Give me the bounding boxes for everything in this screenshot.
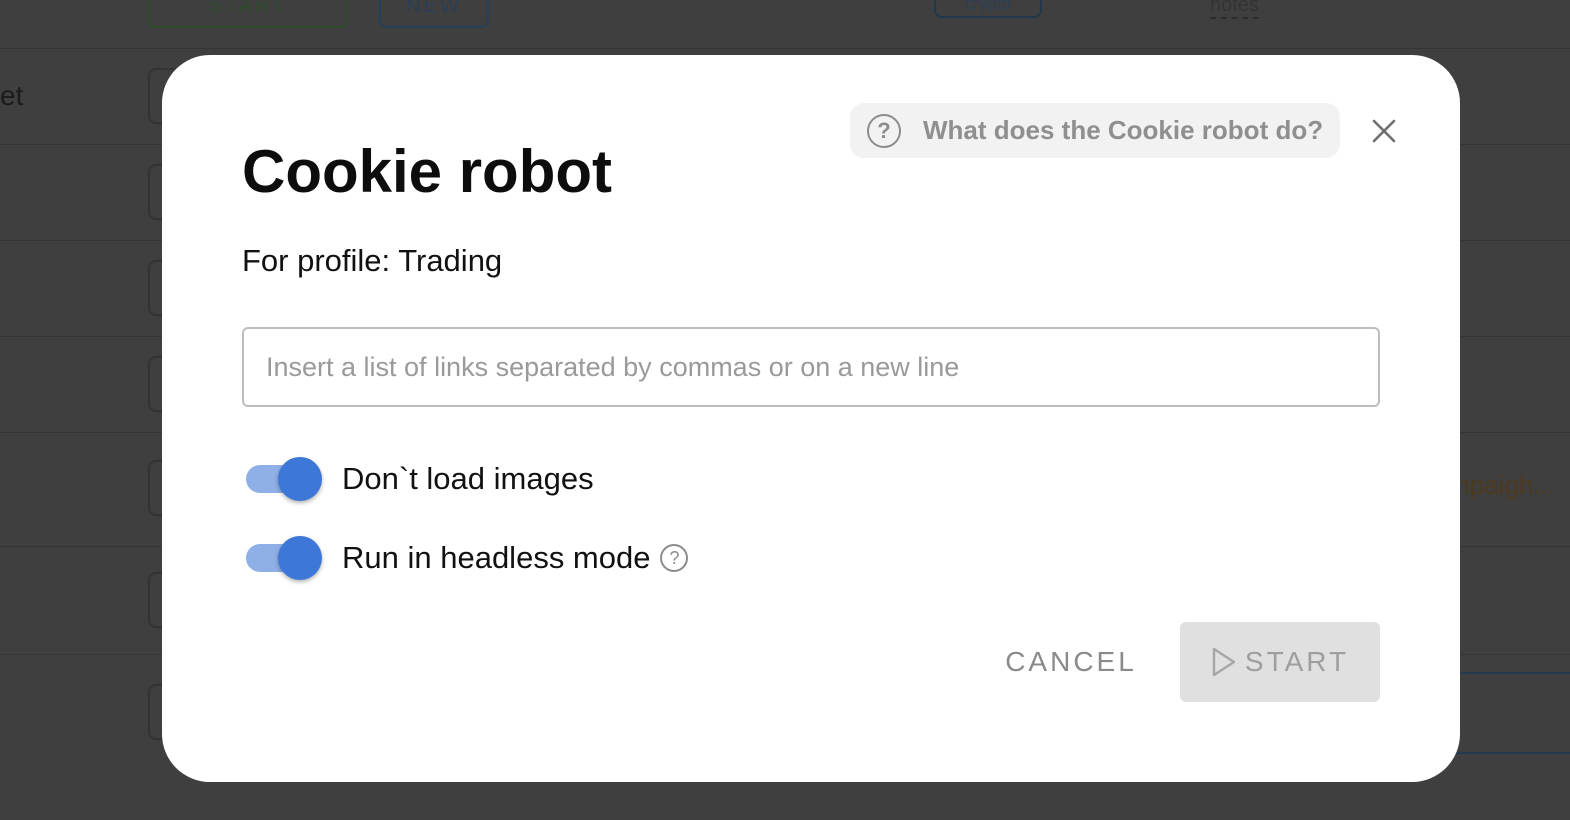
question-circle-icon[interactable]: ? bbox=[660, 544, 689, 572]
dont-load-images-toggle[interactable] bbox=[242, 454, 322, 504]
links-input[interactable] bbox=[242, 327, 1380, 407]
start-button[interactable]: START bbox=[1180, 622, 1380, 702]
play-icon bbox=[1212, 647, 1236, 677]
start-label: START bbox=[1244, 646, 1350, 677]
bg-notes-link: notes bbox=[1210, 0, 1259, 19]
profile-label: For profile: Trading bbox=[242, 243, 503, 278]
option-dont-load-images: Don`t load images bbox=[242, 454, 594, 504]
help-text: What does the Cookie robot do? bbox=[923, 115, 1324, 145]
cookie-robot-dialog: ? What does the Cookie robot do? Cookie … bbox=[162, 55, 1460, 782]
toggle-knob bbox=[278, 457, 322, 501]
dialog-title: Cookie robot bbox=[242, 138, 612, 205]
cancel-button[interactable]: CANCEL bbox=[996, 622, 1146, 702]
headless-mode-toggle[interactable] bbox=[242, 533, 322, 583]
help-button[interactable]: ? What does the Cookie robot do? bbox=[850, 103, 1340, 158]
question-circle-icon: ? bbox=[867, 113, 901, 148]
close-icon[interactable] bbox=[1366, 113, 1402, 149]
toggle-knob bbox=[278, 536, 322, 580]
option-headless-mode: Run in headless mode ? bbox=[242, 533, 689, 583]
bg-new-button: NEW bbox=[379, 0, 489, 28]
bg-row-text: et bbox=[0, 80, 24, 111]
bg-start-button: START bbox=[148, 0, 348, 28]
headless-mode-label: Run in headless mode bbox=[342, 540, 651, 575]
bg-tag-badge: crypto bbox=[934, 0, 1042, 18]
bg-campaign-text: mpaigh... bbox=[1448, 470, 1555, 500]
dont-load-images-label: Don`t load images bbox=[342, 461, 594, 496]
bg-row-divider bbox=[0, 48, 1570, 49]
